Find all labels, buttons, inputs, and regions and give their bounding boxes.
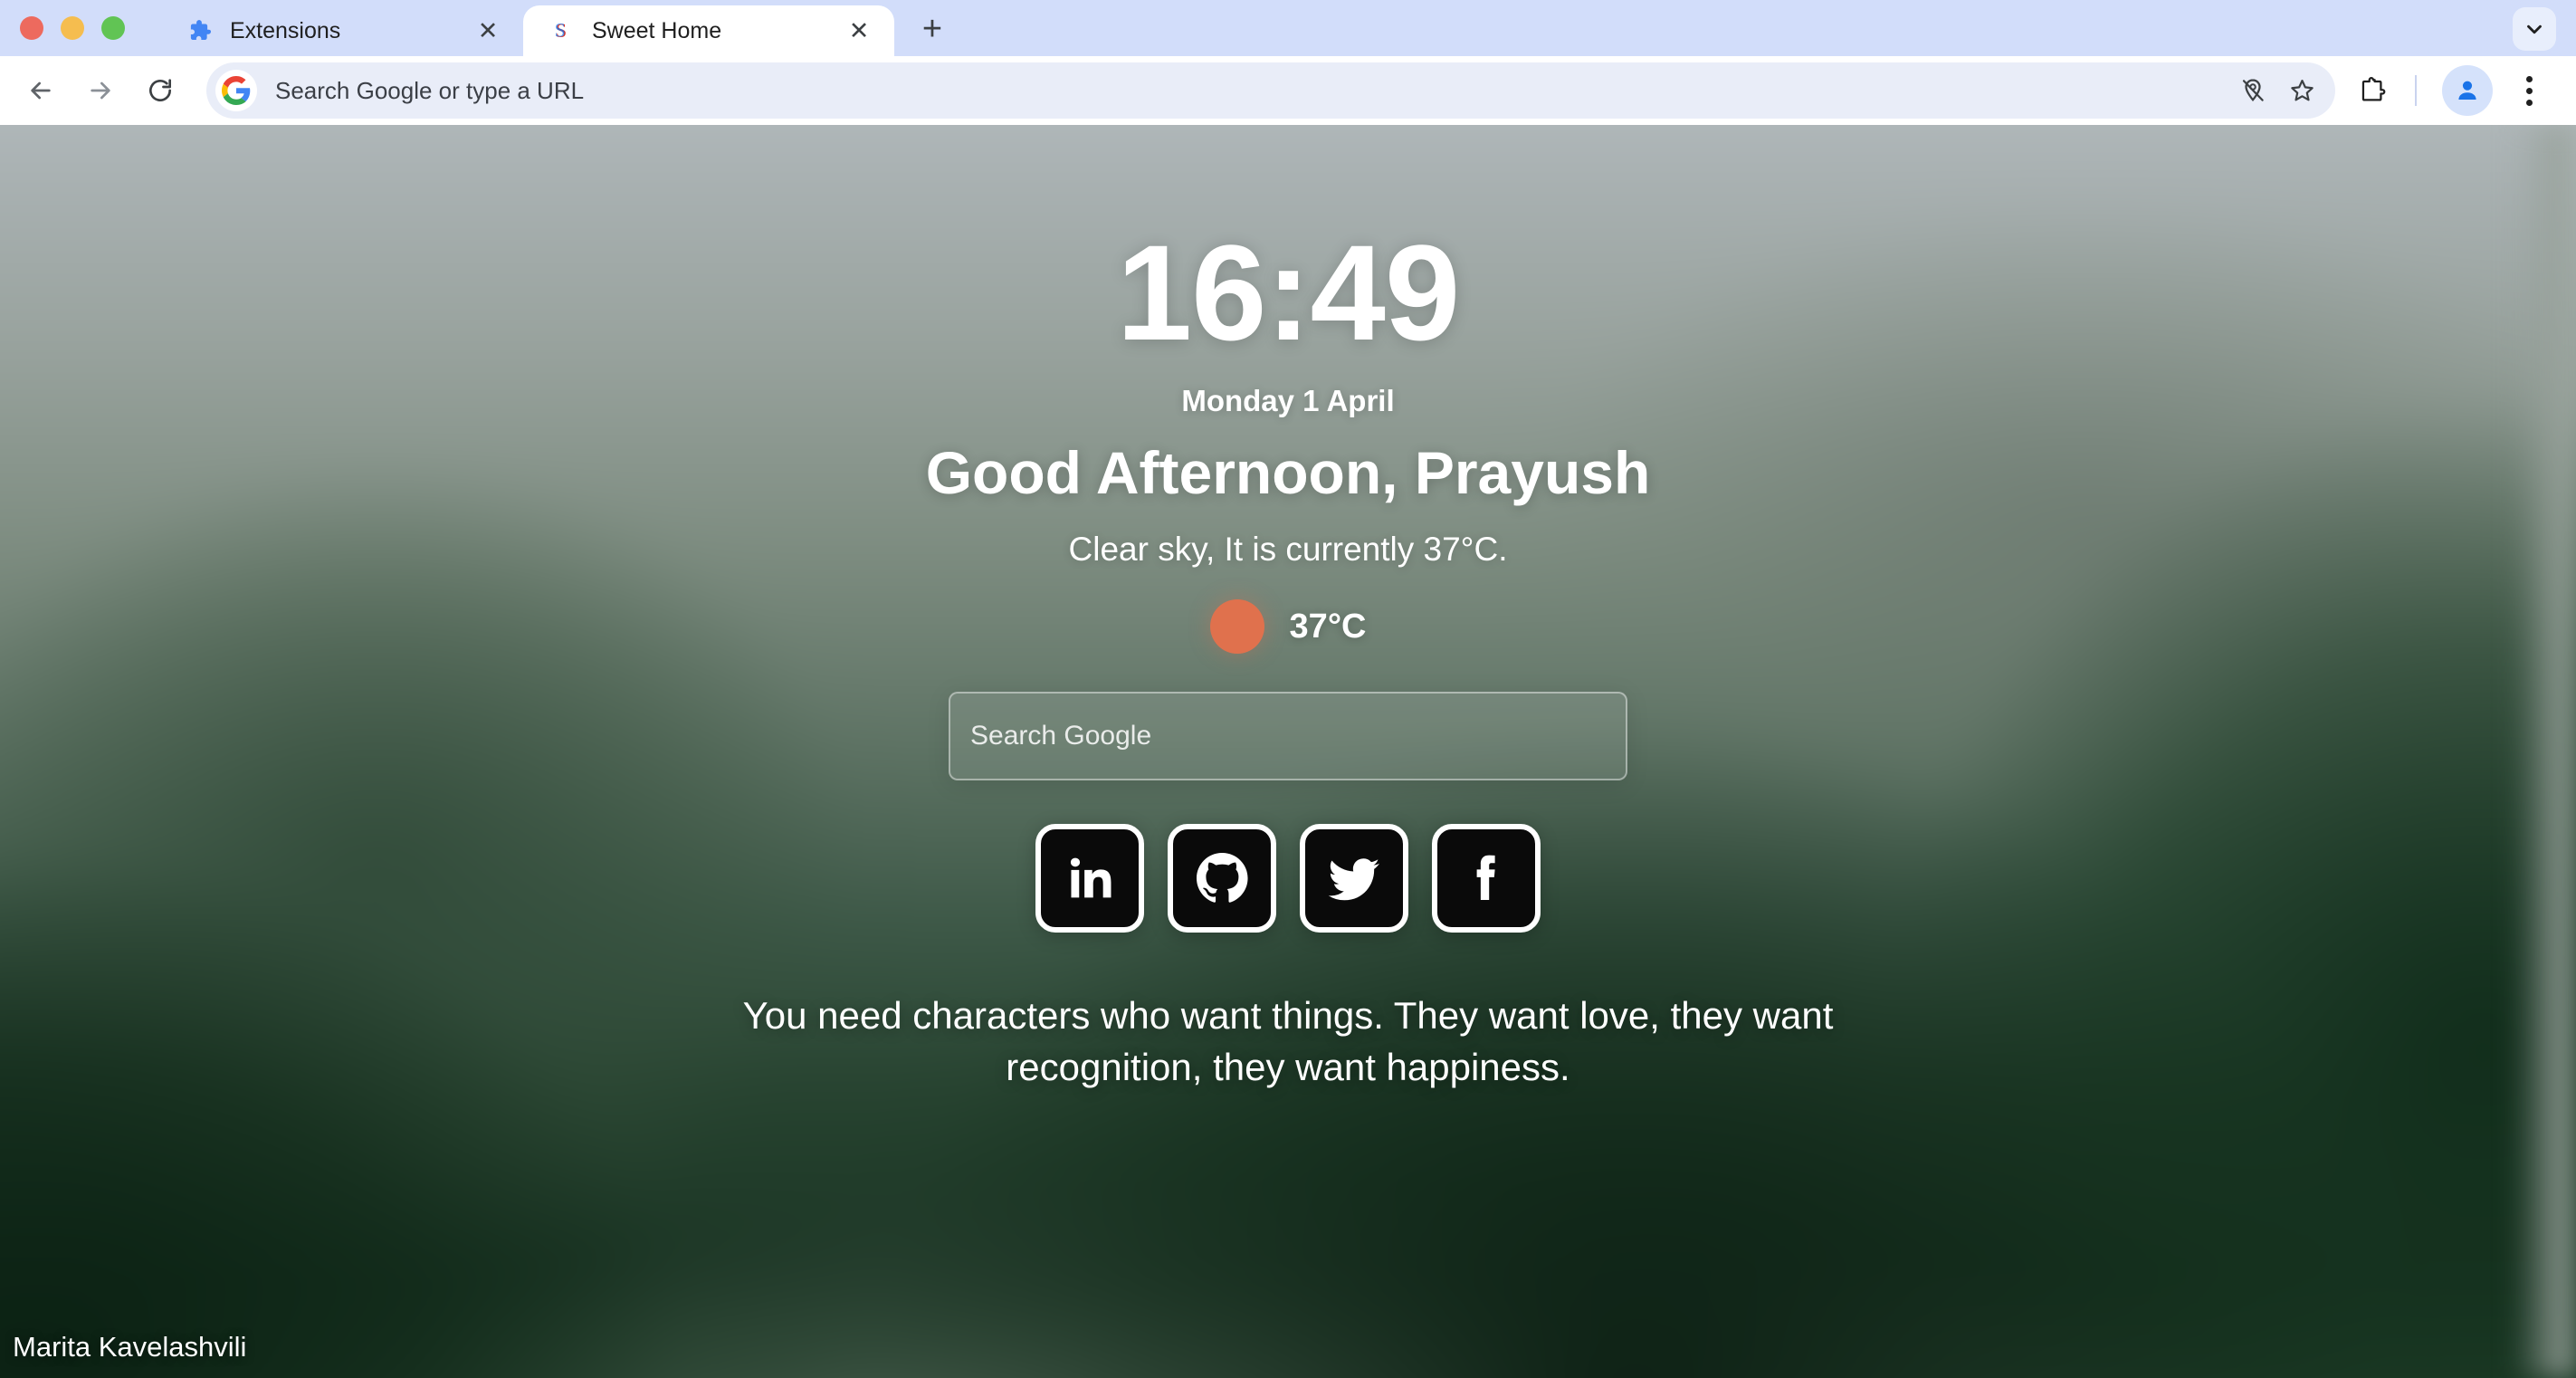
- bookmark-star-icon[interactable]: [2277, 66, 2326, 115]
- tab-extensions[interactable]: Extensions ✕: [161, 5, 523, 56]
- google-search-box[interactable]: [949, 692, 1627, 780]
- weather-sentence: Clear sky, It is currently 37°C.: [1068, 531, 1508, 568]
- google-g-icon: [215, 70, 257, 111]
- tab-search-button[interactable]: [2513, 7, 2556, 51]
- three-dot-menu-icon[interactable]: [2502, 63, 2556, 118]
- reload-button[interactable]: [132, 62, 188, 119]
- window-traffic-lights: [20, 0, 161, 56]
- new-tab-button[interactable]: +: [907, 4, 958, 54]
- arrow-right-icon: [91, 81, 110, 100]
- arrow-left-icon: [31, 81, 51, 100]
- linkedin-icon: [1070, 857, 1111, 898]
- chevron-down-icon: [2527, 24, 2542, 34]
- tab-title: Sweet Home: [592, 17, 722, 43]
- weather-temperature: 37°C: [1289, 607, 1367, 646]
- new-tab-page: 16:49 Monday 1 April Good Afternoon, Pra…: [0, 125, 2576, 1378]
- tab-close-icon[interactable]: ✕: [471, 14, 505, 48]
- location-blocked-icon[interactable]: [2228, 66, 2277, 115]
- back-button[interactable]: [13, 62, 69, 119]
- social-link-github[interactable]: [1168, 824, 1276, 933]
- browser-toolbar: Search Google or type a URL: [0, 56, 2576, 125]
- address-bar[interactable]: Search Google or type a URL: [206, 62, 2335, 119]
- address-bar-placeholder: Search Google or type a URL: [275, 76, 585, 104]
- clock-date: Monday 1 April: [1181, 384, 1395, 417]
- browser-window: Extensions ✕ S S Sweet Home ✕ + Search G…: [0, 0, 2576, 1378]
- tab-sweet-home[interactable]: S S Sweet Home ✕: [523, 5, 894, 56]
- window-close-button[interactable]: [20, 16, 43, 40]
- menu-dots: [2525, 75, 2533, 106]
- twitter-icon: [1328, 858, 1379, 901]
- search-input[interactable]: [970, 721, 1606, 751]
- svg-text:S: S: [555, 18, 566, 41]
- reload-icon: [149, 79, 171, 101]
- social-link-twitter[interactable]: [1300, 824, 1408, 933]
- weather-badge: 37°C: [1209, 599, 1367, 654]
- sweet-home-s-icon: S S: [547, 16, 576, 45]
- greeting-text: Good Afternoon, Prayush: [925, 439, 1651, 506]
- tab-title: Extensions: [230, 17, 341, 43]
- window-maximize-button[interactable]: [101, 16, 125, 40]
- toolbar-divider: [2415, 75, 2417, 106]
- photo-credit: Marita Kavelashvili: [13, 1331, 247, 1363]
- facebook-icon: [1476, 855, 1495, 900]
- window-minimize-button[interactable]: [61, 16, 84, 40]
- forward-button[interactable]: [72, 62, 129, 119]
- extensions-puzzle-icon[interactable]: [2344, 63, 2399, 118]
- quote-text: You need characters who want things. The…: [742, 994, 1834, 1088]
- github-icon: [1197, 853, 1248, 903]
- tab-strip: Extensions ✕ S S Sweet Home ✕ +: [0, 0, 2576, 56]
- clock-time: 16:49: [1116, 216, 1461, 368]
- social-link-facebook[interactable]: [1432, 824, 1541, 933]
- social-links: [1035, 824, 1541, 933]
- social-link-linkedin[interactable]: [1035, 824, 1144, 933]
- tab-close-icon[interactable]: ✕: [842, 14, 876, 48]
- weather-condition-icon: [1209, 599, 1264, 654]
- profile-avatar-icon[interactable]: [2442, 65, 2493, 116]
- puzzle-piece-icon: [185, 16, 214, 45]
- page-content: 16:49 Monday 1 April Good Afternoon, Pra…: [0, 125, 2576, 1378]
